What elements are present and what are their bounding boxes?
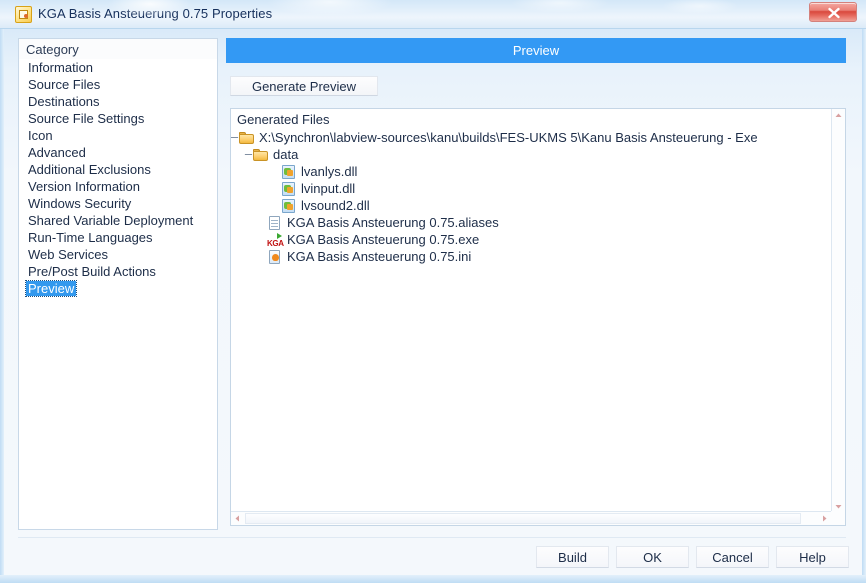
sidebar-item-label: Preview [24, 280, 78, 297]
generated-files-scroll-area: Generated Files – X:\Synchron\labview-sou… [231, 109, 831, 513]
tree-node-label: lvsound2.dll [301, 198, 370, 213]
category-sidebar[interactable]: Category Information Source Files Destinat… [18, 38, 218, 530]
scroll-up-button[interactable] [832, 109, 845, 122]
sidebar-item-source-file-settings[interactable]: Source File Settings [19, 110, 217, 127]
tree-node[interactable]: KGA Basis Ansteuerung 0.75.ini [231, 248, 831, 265]
tree-node-content: KGA Basis Ansteuerung 0.75.aliases [231, 215, 499, 230]
sidebar-item-advanced[interactable]: Advanced [19, 144, 217, 161]
tree-node[interactable]: – data [231, 146, 831, 163]
title-bar[interactable]: KGA Basis Ansteuerung 0.75 Properties [0, 0, 866, 29]
dialog-footer: Build OK Cancel Help [4, 537, 862, 575]
tree-node-content: data [231, 147, 298, 162]
sidebar-item-label: Icon [28, 128, 53, 143]
dll-icon [281, 182, 297, 196]
tree-node-content: lvanlys.dll [231, 164, 357, 179]
tree-node[interactable]: lvinput.dll [231, 180, 831, 197]
ini-icon [267, 250, 283, 264]
sidebar-item-version-information[interactable]: Version Information [19, 178, 217, 195]
ok-button[interactable]: OK [616, 546, 689, 568]
scroll-right-button[interactable] [818, 512, 831, 525]
sidebar-item-shared-variable-deployment[interactable]: Shared Variable Deployment [19, 212, 217, 229]
tree-node-label: KGA Basis Ansteuerung 0.75.ini [287, 249, 472, 264]
dialog-client-area: Category Information Source Files Destinat… [4, 29, 862, 575]
sidebar-item-label: Web Services [28, 247, 108, 262]
tree-node[interactable]: lvanlys.dll [231, 163, 831, 180]
sidebar-item-run-time-languages[interactable]: Run-Time Languages [19, 229, 217, 246]
sidebar-item-pre-post-build-actions[interactable]: Pre/Post Build Actions [19, 263, 217, 280]
generated-files-tree[interactable]: – X:\Synchron\labview-sources\kanu\builds… [231, 129, 831, 265]
tree-node-label: KGA Basis Ansteuerung 0.75.exe [287, 232, 480, 247]
sidebar-item-web-services[interactable]: Web Services [19, 246, 217, 263]
generated-files-label: Generated Files [237, 112, 330, 127]
chevron-left-icon [235, 515, 239, 522]
sidebar-item-additional-exclusions[interactable]: Additional Exclusions [19, 161, 217, 178]
sidebar-item-destinations[interactable]: Destinations [19, 93, 217, 110]
tree-horizontal-scrollbar[interactable] [231, 511, 831, 525]
sidebar-item-label: Run-Time Languages [28, 230, 153, 245]
scrollbar-corner [831, 511, 845, 525]
sidebar-item-icon[interactable]: Icon [19, 127, 217, 144]
folder-icon [253, 148, 269, 162]
tree-node-label: X:\Synchron\labview-sources\kanu\builds\… [259, 130, 758, 145]
sidebar-item-label: Version Information [28, 179, 141, 194]
sidebar-item-list[interactable]: Information Source Files Destinations Sourc… [19, 59, 217, 297]
sidebar-item-label: Shared Variable Deployment [28, 213, 194, 228]
folder-icon [239, 131, 255, 145]
tree-node-label: lvanlys.dll [301, 164, 358, 179]
tree-node[interactable]: – X:\Synchron\labview-sources\kanu\builds… [231, 129, 831, 146]
preview-banner-title: Preview [226, 38, 846, 63]
build-button[interactable]: Build [536, 546, 609, 568]
tree-node-content: lvinput.dll [231, 181, 355, 196]
tree-node-label: KGA Basis Ansteuerung 0.75.aliases [287, 215, 499, 230]
tree-node[interactable]: lvsound2.dll [231, 197, 831, 214]
tree-vertical-scrollbar[interactable] [831, 109, 845, 513]
sidebar-item-label: Windows Security [28, 196, 132, 211]
document-icon [267, 216, 283, 230]
tree-node[interactable]: KGA Basis Ansteuerung 0.75.aliases [231, 214, 831, 231]
tree-node-label: data [273, 147, 299, 162]
chevron-right-icon [823, 515, 827, 522]
exe-icon: KGA [267, 233, 284, 248]
help-button[interactable]: Help [776, 546, 849, 568]
tree-node-content: lvsound2.dll [231, 198, 370, 213]
preview-pane: Preview Generate Preview Generated Files… [226, 38, 846, 530]
sidebar-item-windows-security[interactable]: Windows Security [19, 195, 217, 212]
horizontal-scroll-thumb[interactable] [245, 513, 801, 524]
sidebar-item-label: Source Files [28, 77, 101, 92]
sidebar-item-preview[interactable]: Preview [19, 280, 217, 297]
footer-divider [18, 537, 846, 538]
generated-files-panel: Generated Files – X:\Synchron\labview-sou… [230, 108, 846, 526]
sidebar-item-label: Source File Settings [28, 111, 145, 126]
sidebar-item-label: Advanced [28, 145, 86, 160]
dll-icon [281, 165, 297, 179]
dll-icon [281, 199, 297, 213]
window-title: KGA Basis Ansteuerung 0.75 Properties [38, 6, 273, 21]
sidebar-header: Category [19, 39, 217, 59]
properties-dialog-window: KGA Basis Ansteuerung 0.75 Properties Ca… [0, 0, 866, 583]
tree-node-content: KGA Basis Ansteuerung 0.75.ini [231, 249, 471, 264]
sidebar-item-label: Destinations [28, 94, 100, 109]
chevron-up-icon [835, 113, 842, 117]
sidebar-item-source-files[interactable]: Source Files [19, 76, 217, 93]
sidebar-item-label: Additional Exclusions [28, 162, 151, 177]
labview-app-icon [15, 6, 32, 23]
scroll-left-button[interactable] [231, 512, 244, 525]
tree-expander-icon[interactable]: – [244, 146, 253, 163]
tree-node-content: KGA KGA Basis Ansteuerung 0.75.exe [231, 232, 480, 248]
sidebar-item-label: Pre/Post Build Actions [28, 264, 156, 279]
close-icon [828, 7, 840, 19]
window-frame-bottom [0, 575, 866, 583]
tree-node-content: X:\Synchron\labview-sources\kanu\builds\… [231, 130, 758, 145]
close-button[interactable] [809, 2, 857, 22]
tree-node[interactable]: KGA KGA Basis Ansteuerung 0.75.exe [231, 231, 831, 248]
sidebar-item-information[interactable]: Information [19, 59, 217, 76]
sidebar-item-label: Information [28, 60, 94, 75]
generate-preview-button[interactable]: Generate Preview [230, 76, 378, 96]
tree-expander-icon[interactable]: – [231, 129, 239, 146]
cancel-button[interactable]: Cancel [696, 546, 769, 568]
tree-node-label: lvinput.dll [301, 181, 356, 196]
window-frame-right [862, 29, 866, 583]
